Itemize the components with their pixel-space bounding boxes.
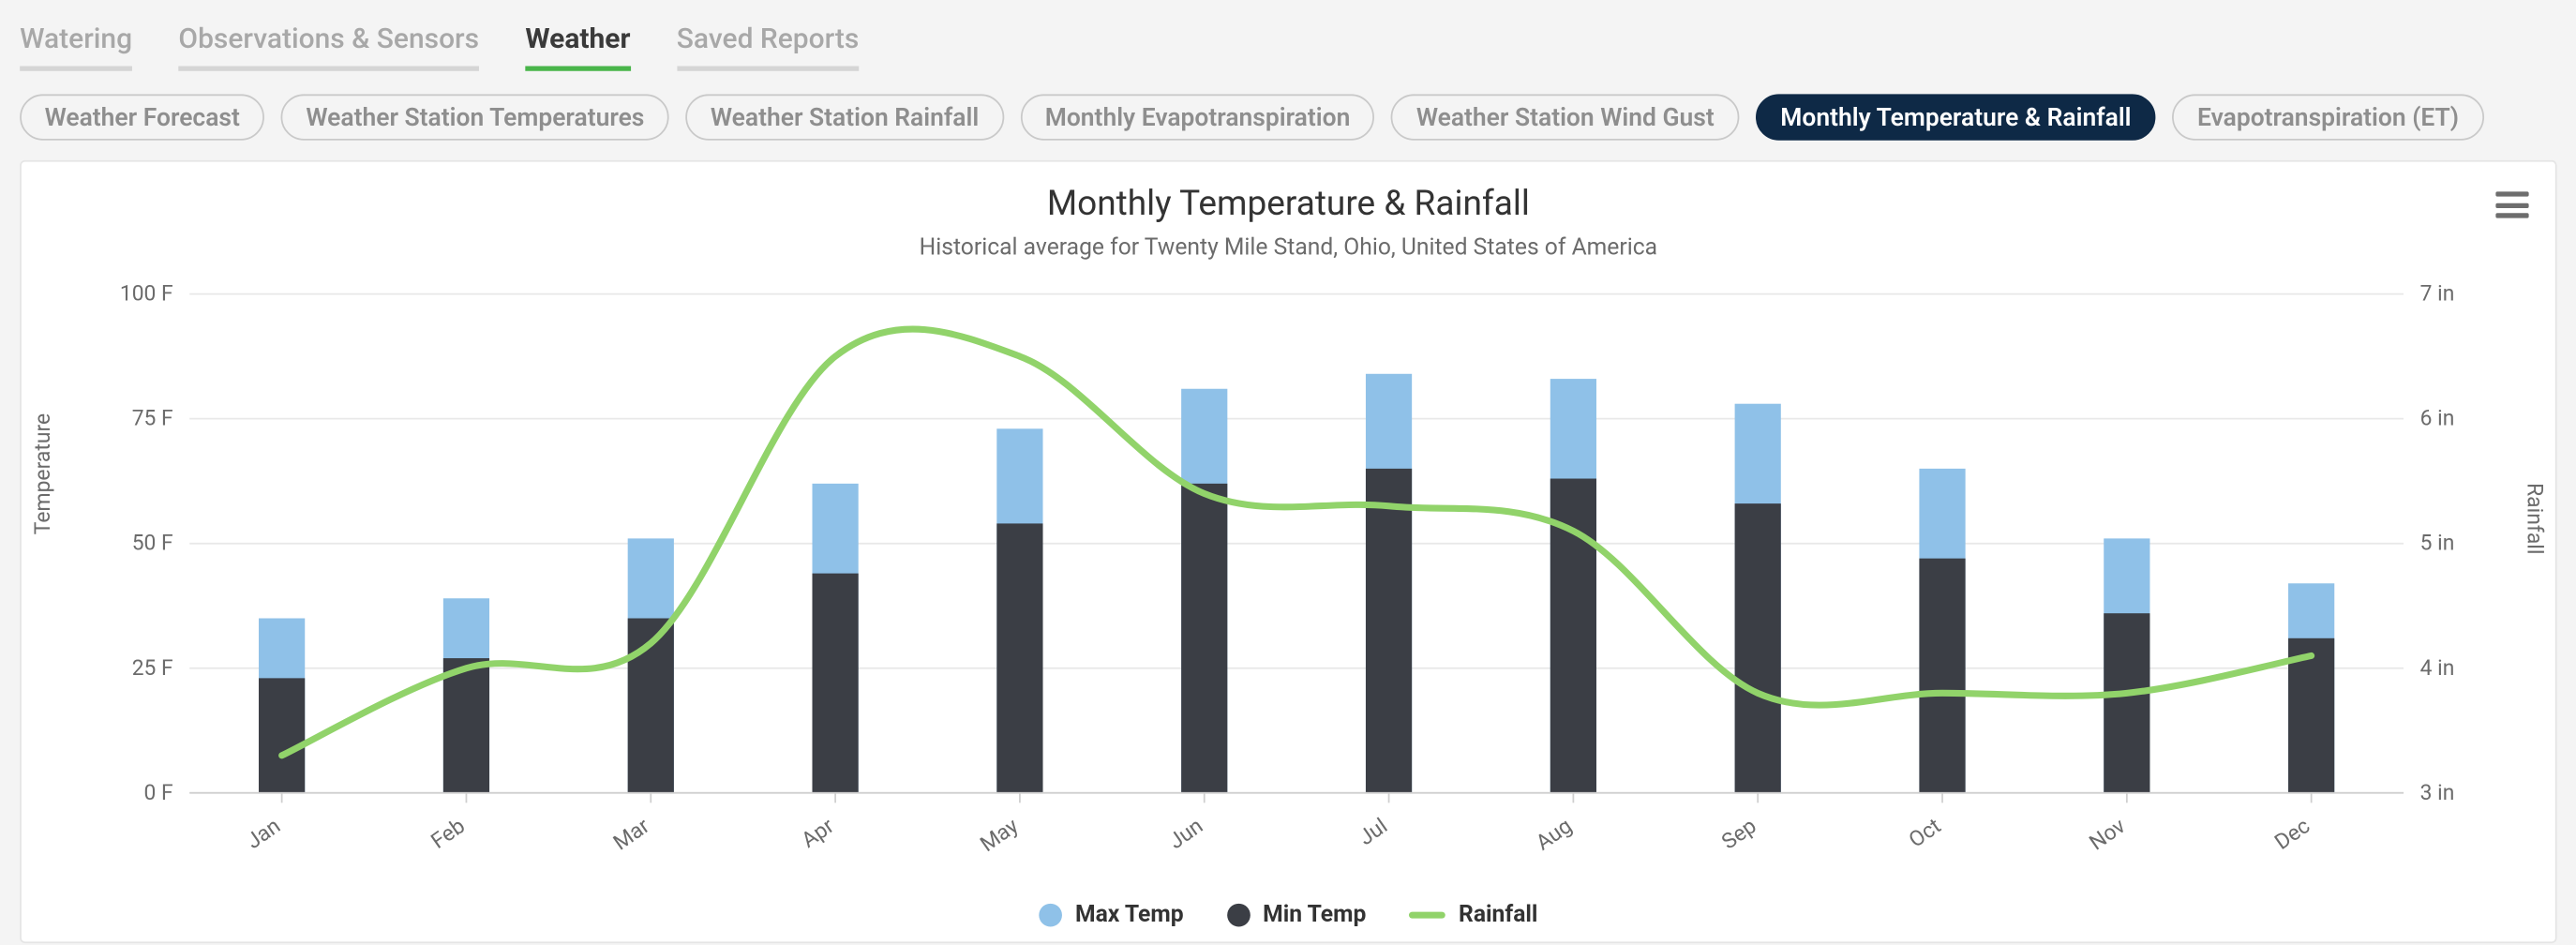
pill-weather-station-wind-gust[interactable]: Weather Station Wind Gust xyxy=(1391,94,1739,140)
svg-text:4 in: 4 in xyxy=(2420,655,2455,681)
svg-text:6 in: 6 in xyxy=(2420,406,2455,431)
chart-legend: Max Temp Min Temp Rainfall xyxy=(45,902,2533,928)
y-right-axis-label: Rainfall xyxy=(2521,483,2545,554)
svg-text:Oct: Oct xyxy=(1904,813,1945,852)
chart-subtitle: Historical average for Twenty Mile Stand… xyxy=(45,234,2533,261)
circle-icon xyxy=(1039,904,1062,927)
svg-text:7 in: 7 in xyxy=(2420,281,2455,307)
y-left-axis-label: Temperature xyxy=(31,413,55,534)
tab-watering[interactable]: Watering xyxy=(20,17,132,71)
svg-text:Mar: Mar xyxy=(608,813,654,855)
chart-card: Monthly Temperature & Rainfall Historica… xyxy=(20,160,2556,943)
line-icon xyxy=(1409,912,1445,919)
tab-weather[interactable]: Weather xyxy=(525,17,630,71)
svg-text:75 F: 75 F xyxy=(132,406,173,431)
tab-saved-reports[interactable]: Saved Reports xyxy=(677,17,860,71)
chart-type-pillbar: Weather Forecast Weather Station Temperat… xyxy=(0,71,2576,160)
pill-monthly-temperature-rainfall[interactable]: Monthly Temperature & Rainfall xyxy=(1756,94,2156,140)
hamburger-icon xyxy=(2495,191,2528,196)
plot-area: Temperature Rainfall 0 F25 F50 F75 F100 … xyxy=(45,278,2533,889)
svg-text:Jul: Jul xyxy=(1354,813,1392,850)
svg-text:Sep: Sep xyxy=(1717,813,1761,854)
legend-item-rainfall[interactable]: Rainfall xyxy=(1409,902,1537,928)
chart-title: Monthly Temperature & Rainfall xyxy=(45,185,2533,224)
chart-menu-button[interactable] xyxy=(2493,185,2532,224)
svg-text:Jun: Jun xyxy=(1164,813,1207,854)
chart-svg: 0 F 25 F 50 F 75 F 100 F 3 in 4 in 5 in 6 in 7 in… xyxy=(45,278,2533,889)
svg-text:Aug: Aug xyxy=(1531,813,1576,855)
pill-weather-station-rainfall[interactable]: Weather Station Rainfall xyxy=(685,94,1003,140)
svg-text:Nov: Nov xyxy=(2085,813,2130,855)
svg-text:0 F: 0 F xyxy=(144,780,173,805)
svg-text:Dec: Dec xyxy=(2270,813,2314,855)
svg-text:Apr: Apr xyxy=(797,813,839,853)
pill-weather-forecast[interactable]: Weather Forecast xyxy=(20,94,264,140)
circle-icon xyxy=(1226,904,1250,927)
svg-text:Jan: Jan xyxy=(242,813,285,854)
svg-text:Feb: Feb xyxy=(427,813,470,854)
svg-text:100 F: 100 F xyxy=(120,281,173,307)
legend-label: Max Temp xyxy=(1075,902,1184,928)
svg-text:May: May xyxy=(976,813,1024,857)
svg-text:50 F: 50 F xyxy=(132,531,173,556)
pill-evapotranspiration-et-[interactable]: Evapotranspiration (ET) xyxy=(2173,94,2484,140)
tab-observations-sensors[interactable]: Observations & Sensors xyxy=(178,17,479,71)
legend-item-min-temp[interactable]: Min Temp xyxy=(1226,902,1366,928)
pill-monthly-evapotranspiration[interactable]: Monthly Evapotranspiration xyxy=(1020,94,1374,140)
svg-text:3 in: 3 in xyxy=(2420,780,2455,805)
legend-label: Rainfall xyxy=(1459,902,1537,928)
pill-weather-station-temperatures[interactable]: Weather Station Temperatures xyxy=(281,94,669,140)
main-tabs: Watering Observations & Sensors Weather Sav… xyxy=(0,0,2576,71)
svg-text:5 in: 5 in xyxy=(2420,531,2455,556)
legend-item-max-temp[interactable]: Max Temp xyxy=(1039,902,1183,928)
legend-label: Min Temp xyxy=(1263,902,1366,928)
svg-text:25 F: 25 F xyxy=(132,655,173,681)
